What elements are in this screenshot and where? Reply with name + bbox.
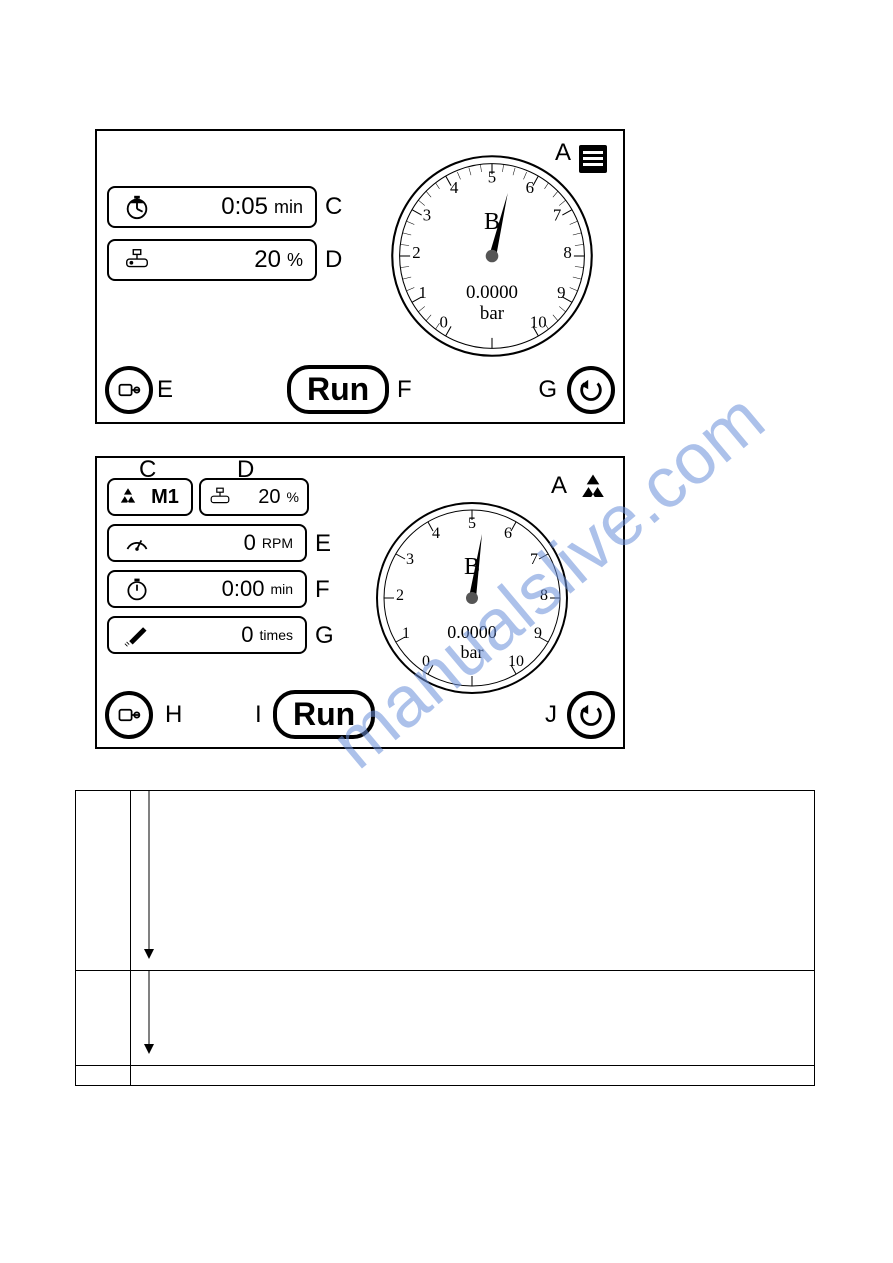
percent-value-2: 20 — [235, 486, 287, 509]
back-button-2[interactable] — [567, 691, 615, 739]
injector-icon — [117, 622, 157, 648]
valve-icon — [117, 246, 157, 274]
percent-value: 20 — [157, 246, 287, 274]
pressure-gauge: 0 1 2 3 4 5 6 7 8 9 10 0.0000 bar B — [387, 151, 597, 361]
arrow-down-icon — [139, 791, 159, 961]
callout-f2: F — [315, 576, 330, 604]
run-button-2[interactable]: Run — [273, 690, 375, 739]
tick-4: 4 — [450, 178, 459, 197]
table-row — [76, 791, 815, 971]
svg-text:8: 8 — [540, 587, 548, 604]
recycle-icon — [573, 468, 613, 508]
callout-d: D — [325, 246, 342, 274]
time-value-2: 0:00 — [157, 576, 270, 602]
run-button[interactable]: Run — [287, 365, 389, 414]
stopwatch-icon — [117, 576, 157, 602]
svg-text:1: 1 — [402, 625, 410, 642]
table-cell-icon-1 — [76, 791, 131, 971]
svg-text:10: 10 — [508, 653, 524, 670]
mode-field[interactable]: M1 — [107, 478, 193, 516]
rpm-value: 0 — [157, 530, 262, 556]
valve-icon — [205, 485, 235, 509]
tick-9: 9 — [557, 283, 565, 302]
callout-b: B — [387, 209, 597, 236]
tick-1: 1 — [419, 283, 427, 302]
time-value: 0:05 — [157, 193, 274, 221]
table-cell-icon-3 — [76, 1066, 131, 1086]
svg-text:9: 9 — [534, 625, 542, 642]
table-cell-desc-2 — [131, 971, 815, 1066]
svg-text:2: 2 — [396, 587, 404, 604]
percent-unit-2: % — [287, 489, 303, 505]
table-cell-icon-2 — [76, 971, 131, 1066]
gauge-reading: 0.0000 — [466, 282, 518, 303]
time-unit: min — [274, 197, 307, 218]
callout-c: C — [325, 193, 342, 221]
description-table — [75, 790, 815, 1086]
callout-g: G — [538, 376, 557, 404]
back-button[interactable] — [567, 366, 615, 414]
svg-text:5: 5 — [468, 515, 476, 532]
callout-a2: A — [551, 472, 567, 500]
times-field[interactable]: 0 times — [107, 616, 307, 654]
rpm-field[interactable]: 0 RPM — [107, 524, 307, 562]
table-row — [76, 1066, 815, 1086]
gauge-unit-2: bar — [461, 642, 484, 662]
callout-b2: B — [372, 554, 572, 581]
times-value: 0 — [157, 622, 260, 648]
tick-2: 2 — [412, 243, 420, 262]
screen-panel-1: A — [95, 129, 625, 424]
tick-6: 6 — [526, 178, 534, 197]
mode-value: M1 — [143, 486, 187, 509]
table-cell-desc-1 — [131, 791, 815, 971]
motor-button[interactable] — [105, 366, 153, 414]
time-field[interactable]: 0:05 min — [107, 186, 317, 228]
time-unit-2: min — [270, 581, 297, 597]
svg-text:6: 6 — [504, 525, 512, 542]
recycle-icon — [113, 485, 143, 509]
tachometer-icon — [117, 530, 157, 556]
table-row — [76, 971, 815, 1066]
callout-e: E — [157, 376, 173, 404]
arrow-down-icon — [139, 971, 159, 1056]
callout-i: I — [255, 701, 262, 729]
gauge-reading-2: 0.0000 — [447, 622, 497, 642]
stopwatch-icon — [117, 193, 157, 221]
callout-j: J — [545, 701, 557, 729]
callout-f: F — [397, 376, 412, 404]
callout-h: H — [165, 701, 182, 729]
svg-text:0: 0 — [422, 653, 430, 670]
table-cell-desc-3 — [131, 1066, 815, 1086]
callout-e2: E — [315, 530, 331, 558]
tick-8: 8 — [563, 243, 571, 262]
percent-field[interactable]: 20 % — [107, 239, 317, 281]
screen-panel-2: C D M1 20 % A 0 RPM E 0:00 min F — [95, 456, 625, 749]
svg-text:4: 4 — [432, 525, 440, 542]
tick-5: 5 — [488, 168, 496, 187]
tick-0: 0 — [440, 312, 448, 331]
percent-unit: % — [287, 250, 307, 271]
times-unit: times — [260, 627, 297, 643]
rpm-unit: RPM — [262, 535, 297, 551]
gauge-unit: bar — [480, 303, 505, 324]
motor-button-2[interactable] — [105, 691, 153, 739]
tick-10: 10 — [530, 312, 547, 331]
time-field-2[interactable]: 0:00 min — [107, 570, 307, 608]
pressure-gauge-2: 0 1 2 3 4 5 6 7 8 9 10 0.0000 bar B — [372, 498, 572, 698]
callout-g2: G — [315, 622, 334, 650]
percent-field-2[interactable]: 20 % — [199, 478, 309, 516]
